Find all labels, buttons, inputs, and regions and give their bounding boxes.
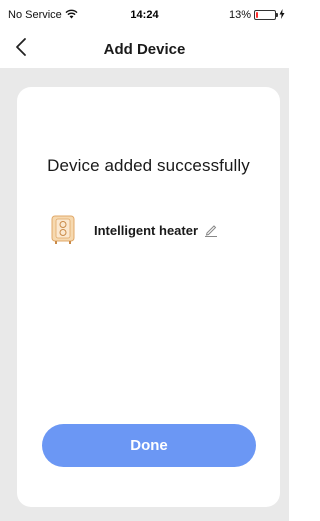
content-area: Device added successfully Intelligent he… <box>0 68 289 521</box>
back-button[interactable] <box>8 34 34 64</box>
nav-bar: Add Device <box>0 30 289 68</box>
battery-percent: 13% <box>228 9 251 21</box>
battery-level <box>256 12 259 18</box>
pencil-edit-icon[interactable] <box>204 223 218 237</box>
page-title: Add Device <box>103 40 186 58</box>
heater-icon <box>50 215 76 245</box>
done-button[interactable]: Done <box>42 424 256 467</box>
device-row: Intelligent heater <box>50 215 218 245</box>
status-right: 13% <box>228 8 285 22</box>
status-left: No Service <box>8 9 78 22</box>
chevron-left-icon <box>15 37 27 62</box>
device-name: Intelligent heater <box>94 222 199 238</box>
result-card: Device added successfully Intelligent he… <box>17 87 280 507</box>
charging-bolt-icon <box>279 8 285 22</box>
status-bar: No Service 13% <box>0 0 289 30</box>
carrier-label: No Service <box>8 9 62 21</box>
success-title: Device added successfully <box>47 156 250 175</box>
wifi-icon <box>65 9 78 22</box>
battery-nub <box>276 13 278 17</box>
battery-icon <box>254 10 278 20</box>
